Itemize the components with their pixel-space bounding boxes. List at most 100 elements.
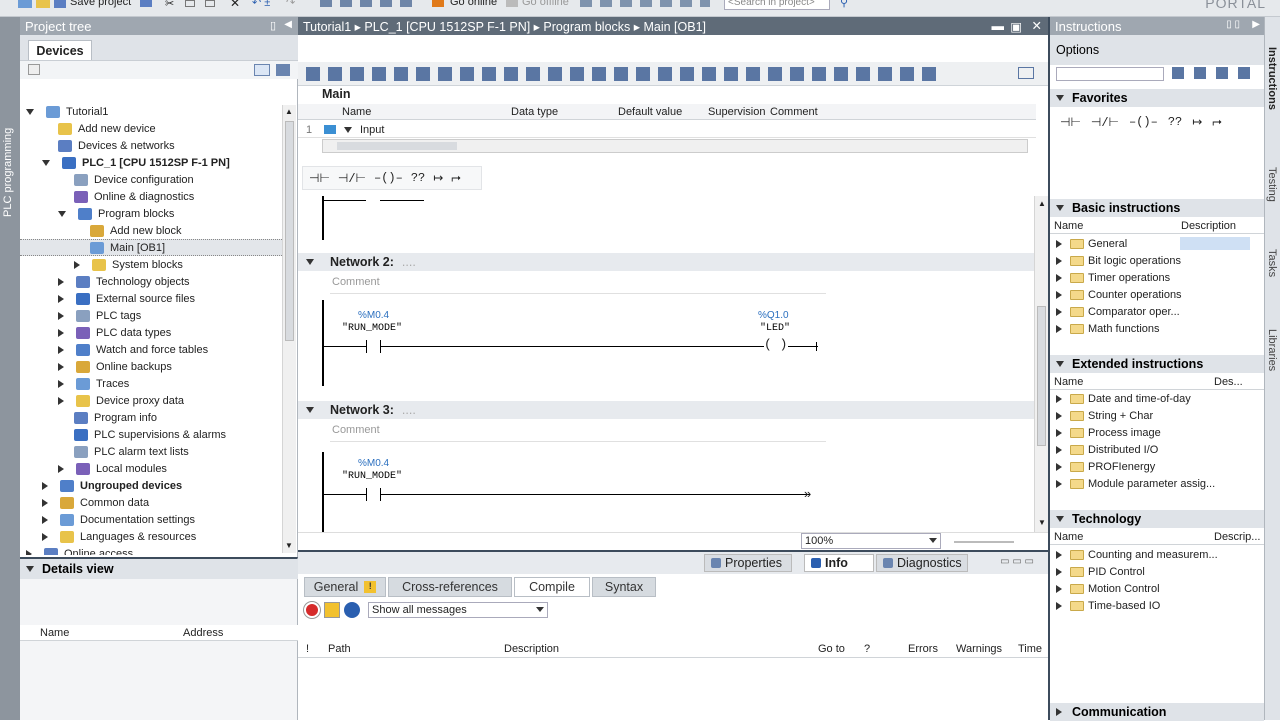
expand-right-icon[interactable] [74, 260, 80, 269]
instruction-folder[interactable]: General [1050, 235, 1250, 252]
col-name[interactable]: Name [1054, 376, 1083, 388]
options-icons[interactable] [1172, 67, 1258, 79]
col-supervision[interactable]: Supervision [708, 106, 765, 118]
instruction-folder[interactable]: Distributed I/O [1050, 441, 1250, 458]
info-filter-icon[interactable] [344, 602, 360, 618]
tree-scroll-down[interactable]: ▼ [285, 541, 293, 550]
expand-right-icon[interactable] [58, 379, 64, 388]
expand-right-icon[interactable] [1056, 445, 1062, 454]
expand-right-icon[interactable] [1056, 550, 1062, 559]
coil-symbol[interactable]: –()– [1129, 115, 1158, 129]
instruction-folder[interactable]: String + Char [1050, 407, 1250, 424]
col-name[interactable]: Name [40, 627, 69, 639]
collapse-icon[interactable] [26, 566, 34, 572]
empty-box-symbol[interactable]: ?? [1168, 115, 1182, 129]
expand-right-icon[interactable] [58, 464, 64, 473]
coil-tag[interactable]: "LED" [760, 323, 790, 334]
tree-scroll-up[interactable]: ▲ [285, 107, 293, 116]
instruction-folder[interactable]: Timer operations [1050, 269, 1250, 286]
expand-right-icon[interactable] [1056, 290, 1062, 299]
pin-icon[interactable]: ▯ ▯ [1226, 19, 1240, 30]
editor-vscroll[interactable]: ▲ ▼ [1034, 196, 1048, 532]
col-goto[interactable]: Go to [818, 643, 845, 655]
tree-item[interactable]: System blocks [20, 256, 282, 273]
paste-icon[interactable] [205, 0, 215, 7]
copy-icon[interactable] [185, 0, 195, 7]
col-data-type[interactable]: Data type [511, 106, 558, 118]
search-icon[interactable]: ⚲ [840, 0, 848, 9]
expand-right-icon[interactable] [1056, 324, 1062, 333]
expand-icon[interactable] [1056, 708, 1062, 716]
tree-item[interactable]: Ungrouped devices [20, 477, 282, 494]
tree-item[interactable]: Devices & networks [20, 137, 282, 154]
expand-right-icon[interactable] [26, 549, 32, 555]
open-branch-symbol[interactable]: ↦ [433, 171, 443, 186]
scroll-thumb[interactable] [1037, 306, 1046, 446]
delete-icon[interactable]: ✕ [230, 0, 240, 10]
instructions-task-tab[interactable]: Instructions [1266, 47, 1278, 147]
col-address[interactable]: Address [183, 627, 223, 639]
no-contact-symbol[interactable]: ⊣⊢ [309, 171, 330, 186]
tree-item[interactable]: Online access [20, 545, 282, 555]
extended-instructions-header[interactable]: Extended instructions [1050, 355, 1264, 373]
favorites-header[interactable]: Favorites [1050, 89, 1264, 107]
contact-tag[interactable]: "RUN_MODE" [342, 323, 402, 334]
expand-right-icon[interactable] [1056, 584, 1062, 593]
col-description[interactable]: Description [504, 643, 559, 655]
tree-item[interactable]: PLC_1 [CPU 1512SP F-1 PN] [20, 154, 282, 171]
tree-item[interactable]: Traces [20, 375, 282, 392]
network-3-comment[interactable]: Comment [330, 424, 826, 442]
collapse-network-icon[interactable] [306, 259, 314, 265]
expand-right-icon[interactable] [1056, 394, 1062, 403]
go-offline-button[interactable]: Go offline [522, 0, 569, 8]
collapse-icon[interactable] [1056, 95, 1064, 101]
contact-left[interactable] [366, 340, 367, 353]
save-project-icon[interactable] [54, 0, 66, 8]
tree-item[interactable]: Technology objects [20, 273, 282, 290]
instruction-folder[interactable]: Process image [1050, 424, 1250, 441]
communication-header[interactable]: Communication [1050, 703, 1264, 721]
scroll-up[interactable]: ▲ [1038, 199, 1046, 208]
tree-item[interactable]: Tutorial1 [20, 103, 282, 120]
pin-icon[interactable]: ▯ [270, 19, 276, 32]
tree-item[interactable]: Device proxy data [20, 392, 282, 409]
tree-item[interactable]: PLC data types [20, 324, 282, 341]
cut-icon[interactable]: ✂ [165, 0, 174, 10]
col-path[interactable]: Path [328, 643, 351, 655]
tree-item[interactable]: PLC tags [20, 307, 282, 324]
network-2-comment[interactable]: Comment [330, 276, 826, 294]
tree-item[interactable]: Main [OB1] [20, 239, 282, 256]
save-project-button[interactable]: Save project [70, 0, 131, 8]
expand-right-icon[interactable] [58, 277, 64, 286]
error-filter-icon[interactable] [304, 602, 320, 618]
close-branch-symbol[interactable]: ⮣ [451, 171, 461, 185]
new-project-icon[interactable] [18, 0, 32, 8]
zoom-select[interactable]: 100% [801, 533, 941, 549]
technology-header[interactable]: Technology [1050, 510, 1264, 528]
options-search[interactable] [1056, 67, 1164, 81]
expand-right-icon[interactable] [42, 481, 48, 490]
open-project-icon[interactable] [36, 0, 50, 8]
nc-contact-symbol[interactable]: ⊣/⊢ [338, 171, 366, 186]
expand-right-icon[interactable] [58, 328, 64, 337]
instruction-folder[interactable]: Counting and measurem... [1050, 546, 1250, 563]
zoom-slider[interactable] [954, 541, 1014, 543]
expand-right-icon[interactable] [58, 345, 64, 354]
testing-task-tab[interactable]: Testing [1266, 167, 1278, 237]
tree-item[interactable]: Device configuration [20, 171, 282, 188]
expand-right-icon[interactable] [1056, 462, 1062, 471]
close-branch-symbol[interactable]: ⮣ [1212, 115, 1222, 129]
general-tab[interactable]: General ! [304, 577, 386, 597]
instruction-folder[interactable]: Module parameter assig... [1050, 475, 1250, 492]
expand-right-icon[interactable] [58, 362, 64, 371]
expand-right-icon[interactable] [1056, 479, 1062, 488]
expand-right-icon[interactable] [1056, 256, 1062, 265]
contact-left[interactable] [366, 488, 367, 501]
interface-row-input[interactable]: 1 Input [298, 121, 1036, 138]
collapse-right-icon[interactable]: ▶ [1252, 19, 1260, 30]
col-description[interactable]: Des... [1214, 376, 1243, 388]
basic-instructions-header[interactable]: Basic instructions [1050, 199, 1264, 217]
expand-right-icon[interactable] [58, 311, 64, 320]
tree-item[interactable]: Add new block [20, 222, 282, 239]
scroll-down[interactable]: ▼ [1038, 518, 1046, 527]
